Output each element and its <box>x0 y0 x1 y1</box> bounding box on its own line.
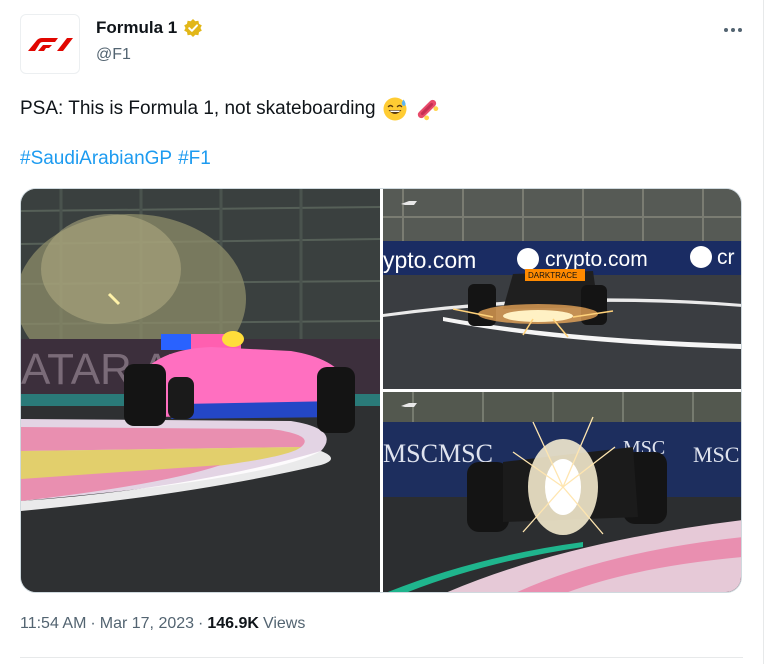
crypto-signage-left: ypto.com <box>383 247 476 273</box>
card-border <box>763 0 764 664</box>
f1-logo-icon <box>28 38 73 51</box>
skateboard-emoji <box>417 99 438 121</box>
tweet-date[interactable]: Mar 17, 2023 <box>100 615 194 633</box>
tweet-card: Formula 1 @F1 PSA: This is Formula 1, no… <box>0 0 768 664</box>
author-display-name[interactable]: Formula 1 <box>96 18 177 38</box>
media-grid: ATAR AYS ypto.com crypto.com cr DARKTRAC… <box>20 188 742 593</box>
hashtag-saudiarabiangp[interactable]: #SaudiArabianGP <box>20 148 172 170</box>
divider <box>20 657 743 658</box>
tweet-text: PSA: This is Formula 1, not skateboardin… <box>20 96 440 122</box>
views-count[interactable]: 146.9K <box>207 615 259 633</box>
darktrace-text: DARKTRACE <box>528 271 577 280</box>
msc-signage-left: MSC <box>383 439 438 468</box>
meta-separator-1: · <box>90 615 96 632</box>
tweet-body: PSA: This is Formula 1, not skateboardin… <box>20 98 376 119</box>
crypto-signage-center: crypto.com <box>545 248 648 271</box>
more-options-button[interactable] <box>720 20 746 40</box>
msc-signage-right: MSC <box>693 442 739 467</box>
photo-alpine-car-dust[interactable]: ATAR AYS <box>21 189 380 592</box>
meta-separator-2: · <box>198 615 204 632</box>
crypto-signage-right: cr <box>717 246 735 269</box>
verified-badge-icon <box>184 19 203 37</box>
photo-car-sparks-rear[interactable]: MSC MSC MSC MSC <box>383 392 741 592</box>
views-label: Views <box>262 615 306 632</box>
hashtag-list: #SaudiArabianGP #F1 <box>20 148 211 170</box>
hashtag-f1[interactable]: #F1 <box>178 148 211 170</box>
tweet-metadata: 11:54 AM · Mar 17, 2023 · 146.9K Views <box>20 615 305 633</box>
author-handle[interactable]: @F1 <box>96 46 131 64</box>
grinning-sweat-emoji <box>383 97 407 121</box>
more-dots-icon <box>724 28 742 32</box>
author-avatar[interactable] <box>20 14 80 74</box>
author-name-row: Formula 1 <box>96 18 203 38</box>
tweet-time[interactable]: 11:54 AM <box>20 615 86 633</box>
photo-mclaren-sparks[interactable]: ypto.com crypto.com cr DARKTRACE <box>383 189 741 389</box>
